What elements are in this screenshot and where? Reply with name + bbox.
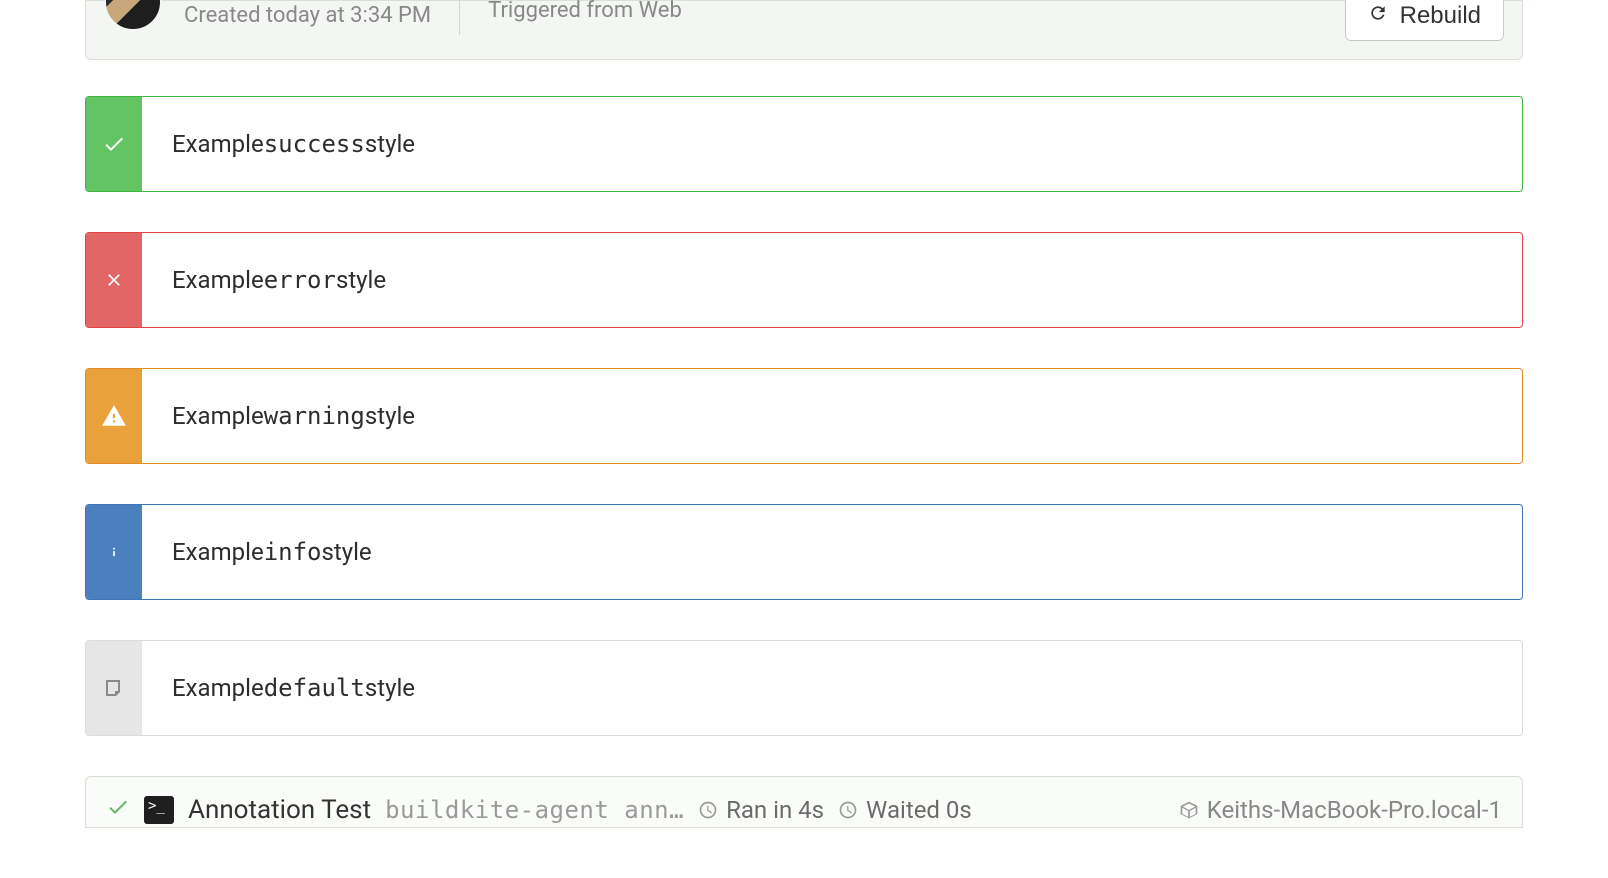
clock-icon [698, 800, 718, 820]
trigger-source: Triggered from Web [488, 0, 682, 23]
annotation-success[interactable]: Example success style [85, 96, 1523, 192]
annotation-info[interactable]: Example info style [85, 504, 1523, 600]
job-title: Annotation Test [188, 795, 371, 825]
avatar [104, 0, 162, 31]
annotation-default[interactable]: Example default style [85, 640, 1523, 736]
divider [459, 0, 460, 35]
created-time: Created today at 3:34 PM [184, 3, 431, 28]
clock-icon [838, 800, 858, 820]
check-icon [106, 795, 130, 825]
annotation-text: Example warning style [142, 369, 445, 463]
header-meta: Created today at 3:34 PM Triggered from … [184, 0, 1345, 35]
refresh-icon [1368, 2, 1388, 30]
rebuild-label: Rebuild [1400, 2, 1481, 30]
job-waited: Waited 0s [838, 796, 972, 824]
build-header: Created today at 3:34 PM Triggered from … [85, 0, 1523, 60]
annotation-text: Example error style [142, 233, 416, 327]
annotation-warning[interactable]: Example warning style [85, 368, 1523, 464]
job-row[interactable]: Annotation Test buildkite-agent ann… Ran… [85, 776, 1523, 828]
job-ran-in: Ran in 4s [698, 796, 824, 824]
info-icon [86, 505, 142, 599]
annotation-text: Example info style [142, 505, 402, 599]
close-icon [86, 233, 142, 327]
rebuild-button[interactable]: Rebuild [1345, 0, 1504, 41]
terminal-icon [144, 796, 174, 824]
job-command: buildkite-agent ann… [385, 796, 684, 824]
warning-icon [86, 369, 142, 463]
annotation-text: Example default style [142, 641, 445, 735]
annotation-text: Example success style [142, 97, 445, 191]
note-icon [86, 641, 142, 735]
annotation-error[interactable]: Example error style [85, 232, 1523, 328]
box-icon [1179, 800, 1199, 820]
job-agent: Keiths-MacBook-Pro.local-1 [1179, 796, 1502, 824]
check-icon [86, 97, 142, 191]
